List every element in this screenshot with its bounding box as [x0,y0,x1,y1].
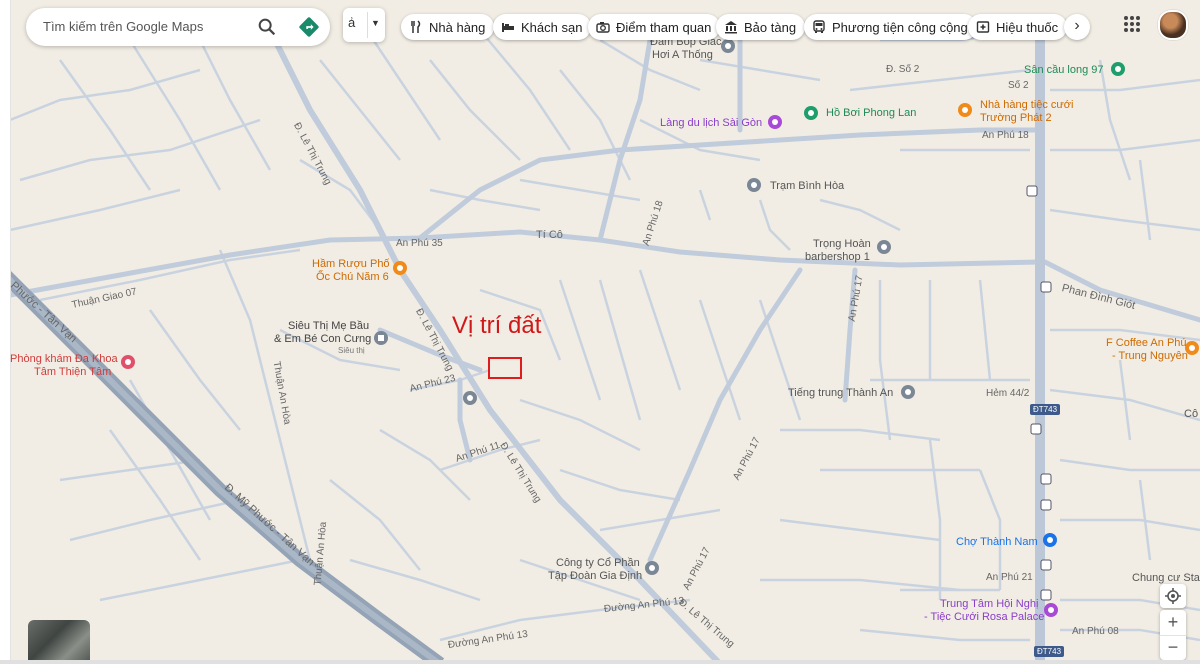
layers-toggle-button[interactable] [28,620,90,664]
zoom-in-button[interactable]: + [1160,610,1186,635]
transit-layer-toggle[interactable]: ẚ ▼ [343,8,385,42]
chips-scroll-right-button[interactable]: › [1064,14,1090,40]
pharmacy-icon [976,21,990,33]
place-label[interactable]: Chợ Thành Nam [956,536,1038,548]
place-label[interactable]: Tập Đoàn Gia Định [548,570,642,582]
place-label[interactable]: Ốc Chú Năm 6 [316,271,389,283]
search-box[interactable]: Tìm kiếm trên Google Maps [26,8,330,46]
chip-hotels[interactable]: Khách sạn [493,14,592,40]
directions-icon[interactable] [298,16,320,38]
place-label[interactable]: Làng du lịch Sài Gòn [660,117,762,129]
place-label[interactable]: Sân cầu long 97 [1024,64,1104,76]
chip-label: Bảo tàng [744,19,797,35]
museum-icon [725,21,737,34]
chip-label: Khách sạn [521,19,583,35]
place-label[interactable]: Hơi A Thống [652,49,713,61]
my-location-button[interactable] [1160,584,1186,608]
bottom-edge [0,660,1200,664]
bus-icon [813,20,825,33]
chevron-down-icon[interactable]: ▼ [371,18,380,28]
place-label[interactable]: barbershop 1 [805,251,870,263]
chip-attractions[interactable]: Điểm tham quan [588,14,721,40]
place-label[interactable]: Nhà hàng tiệc cưới [980,99,1073,111]
zoom-controls: + − [1160,610,1186,660]
zoom-out-button[interactable]: − [1160,635,1186,661]
place-label[interactable]: Phòng khám Đa Khoa [10,353,118,365]
place-label[interactable]: Công ty Cổ Phần [556,557,640,569]
crosshair-icon [1165,588,1181,604]
place-label[interactable]: - Trung Nguyên [1112,350,1188,362]
camera-icon [596,22,610,33]
restaurant-icon [411,20,421,33]
place-label[interactable]: Hồ Bơi Phong Lan [826,107,916,119]
search-input[interactable]: Tìm kiếm trên Google Maps [43,19,203,34]
apps-grid-icon[interactable] [1122,14,1142,34]
place-label[interactable]: Trọng Hoàn [813,238,871,250]
place-label[interactable]: Hầm Rượu Phố [312,258,390,270]
place-label[interactable]: Cô [1184,408,1198,420]
chip-label: Phương tiện công cộng [832,19,968,35]
train-icon: ẚ [348,15,356,30]
chip-transit[interactable]: Phương tiện công cộng [804,14,977,40]
place-label[interactable]: Tiếng trung Thành An [788,387,893,399]
chip-label: Nhà hàng [429,19,486,35]
chip-label: Điểm tham quan [616,19,712,35]
place-label[interactable]: & Em Bé Con Cưng [274,333,371,345]
chip-restaurants[interactable]: Nhà hàng [401,14,495,40]
place-label[interactable]: - Tiệc Cưới Rosa Palace [924,611,1044,623]
place-label[interactable]: Siêu Thị Mẹ Bầu [288,320,369,332]
hotel-icon [502,23,514,32]
place-label[interactable]: Trường Phát 2 [980,112,1052,124]
chip-pharmacy[interactable]: Hiệu thuốc [968,14,1068,40]
chip-museums[interactable]: Bảo tàng [716,14,806,40]
place-label[interactable]: Trung Tâm Hội Nghị [940,598,1038,610]
search-icon[interactable] [256,16,278,38]
place-label[interactable]: Chung cư Star [1132,572,1200,584]
divider [367,12,368,38]
land-location-box [488,357,522,379]
chevron-right-icon: › [1074,17,1080,34]
chip-label: Hiệu thuốc [996,19,1059,35]
place-label[interactable]: F Coffee An Phú [1106,337,1187,349]
land-location-label: Vị trí đất [452,312,542,339]
place-label[interactable]: Tâm Thiện Tâm [34,366,111,378]
place-label[interactable]: Trạm Bình Hòa [770,180,844,192]
place-sublabel: Siêu thị [338,346,365,355]
account-avatar[interactable] [1158,10,1188,40]
